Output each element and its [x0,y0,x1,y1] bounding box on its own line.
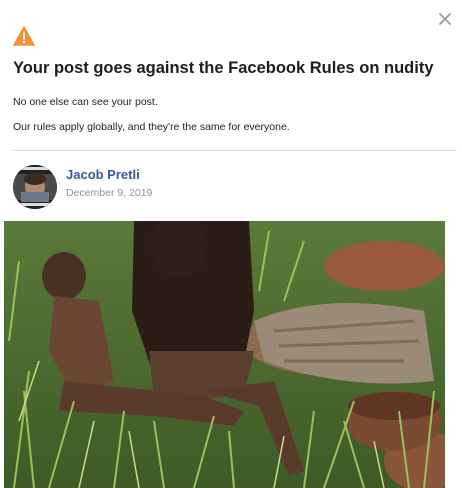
avatar[interactable] [13,165,57,209]
close-button[interactable] [434,8,456,30]
rules-notice: Our rules apply globally, and they're th… [13,121,290,133]
dialog-title: Your post goes against the Facebook Rule… [13,59,434,77]
warning-icon [13,26,35,46]
close-icon [439,13,451,25]
visibility-notice: No one else can see your post. [13,96,158,108]
avatar-image [13,165,57,209]
post-author-link[interactable]: Jacob Pretli [66,167,140,182]
photo-image [4,221,445,488]
post-date[interactable]: December 9, 2019 [66,187,152,199]
policy-violation-dialog: Your post goes against the Facebook Rule… [0,0,462,488]
divider [13,150,457,151]
post-photo[interactable] [4,221,445,488]
